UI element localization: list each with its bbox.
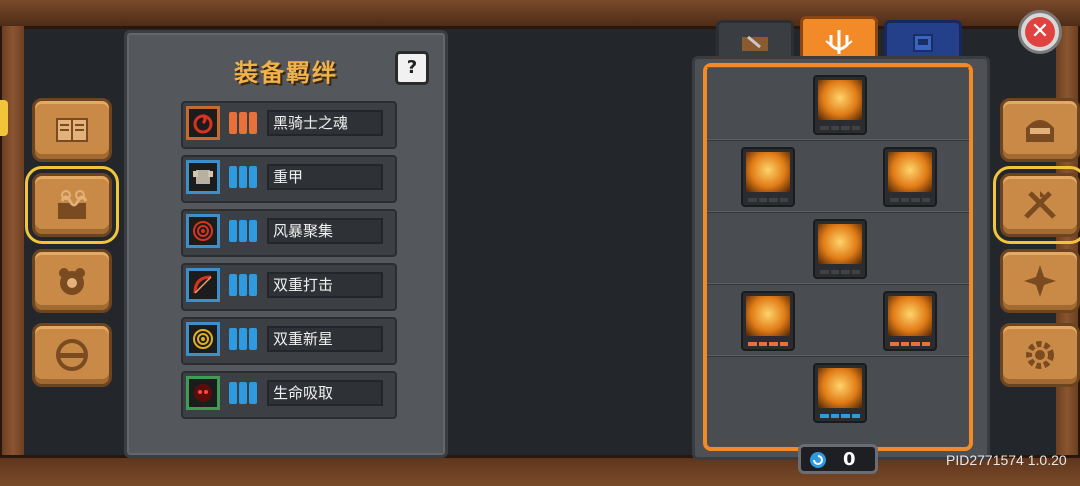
menu-compass-button[interactable]	[1000, 249, 1080, 313]
bow-icon	[186, 268, 220, 302]
swirl-box-icon	[58, 190, 88, 219]
blue-spiral-icon	[810, 452, 826, 468]
close-icon: ✕	[1025, 17, 1055, 47]
bond-row[interactable]: 双重新星	[181, 317, 397, 365]
book-icon	[56, 118, 88, 142]
menu-gear-button[interactable]	[32, 323, 112, 387]
currency-value: 0	[843, 449, 856, 470]
skill-row	[707, 211, 969, 285]
menu-weapon-button[interactable]	[993, 166, 1080, 244]
skill-row	[707, 283, 969, 357]
bond-row[interactable]: 重甲	[181, 155, 397, 203]
flame-swirl-icon[interactable]	[741, 291, 795, 351]
helmet-icon	[1026, 120, 1054, 142]
fireball-icon[interactable]	[883, 147, 937, 207]
armor-icon	[186, 160, 220, 194]
crossed-swords-icon	[1024, 191, 1056, 219]
bond-name: 重甲	[267, 164, 383, 190]
frame-right	[1054, 26, 1080, 458]
bond-name: 生命吸取	[267, 380, 383, 406]
storm-target-icon	[186, 214, 220, 248]
skills-panel	[692, 56, 990, 460]
skill-row	[707, 355, 969, 427]
trident-emblem-icon	[825, 30, 853, 54]
bond-row[interactable]: 生命吸取	[181, 371, 397, 419]
bond-row[interactable]: 风暴聚集	[181, 209, 397, 257]
bond-name: 黑骑士之魂	[267, 110, 383, 136]
bond-name: 风暴聚集	[267, 218, 383, 244]
golden-fist-icon[interactable]	[813, 75, 867, 135]
dark-swirl-icon	[186, 106, 220, 140]
crossed-slash-icon[interactable]	[741, 147, 795, 207]
bonds-panel: 装备羁绊 ? 黑骑士之魂 重甲 风暴聚集 双重打击 双重新星 生命吸取	[124, 30, 448, 458]
fire-golem-icon[interactable]	[883, 291, 937, 351]
bond-tier-bars	[229, 274, 259, 298]
left-notch	[0, 100, 8, 136]
bond-row[interactable]: 黑骑士之魂	[181, 101, 397, 149]
compass-star-icon	[1024, 265, 1056, 297]
menu-book-button[interactable]	[32, 98, 112, 162]
close-button[interactable]: ✕	[1018, 10, 1062, 54]
fire-spirit-icon[interactable]	[813, 363, 867, 423]
skill-row	[707, 139, 969, 213]
bond-tier-bars	[229, 166, 259, 190]
currency-counter: 0	[798, 444, 878, 474]
menu-settings-button[interactable]	[1000, 323, 1080, 387]
bond-row[interactable]: 双重打击	[181, 263, 397, 311]
version-label: PID2771574 1.0.20	[946, 452, 1067, 468]
menu-pet-button[interactable]	[32, 249, 112, 313]
life-drain-icon	[186, 376, 220, 410]
help-button[interactable]: ?	[395, 51, 429, 85]
menu-bond-button[interactable]	[25, 166, 119, 244]
skill-row	[707, 67, 969, 141]
bond-name: 双重打击	[267, 272, 383, 298]
bond-tier-bars	[229, 112, 259, 136]
frame-left	[0, 26, 26, 458]
gear-icon	[1026, 341, 1054, 369]
bond-name: 双重新星	[267, 326, 383, 352]
menu-helmet-button[interactable]	[1000, 98, 1080, 162]
helmet-visor-icon	[56, 339, 88, 371]
tool-icon	[742, 35, 768, 51]
blue-scroll-icon	[913, 34, 933, 52]
skills-grid	[703, 63, 973, 451]
nova-rings-icon	[186, 322, 220, 356]
bond-tier-bars	[229, 382, 259, 406]
pawprint-icon	[59, 268, 85, 295]
bond-tier-bars	[229, 328, 259, 352]
dice-bread-icon[interactable]	[813, 219, 867, 279]
bond-tier-bars	[229, 220, 259, 244]
